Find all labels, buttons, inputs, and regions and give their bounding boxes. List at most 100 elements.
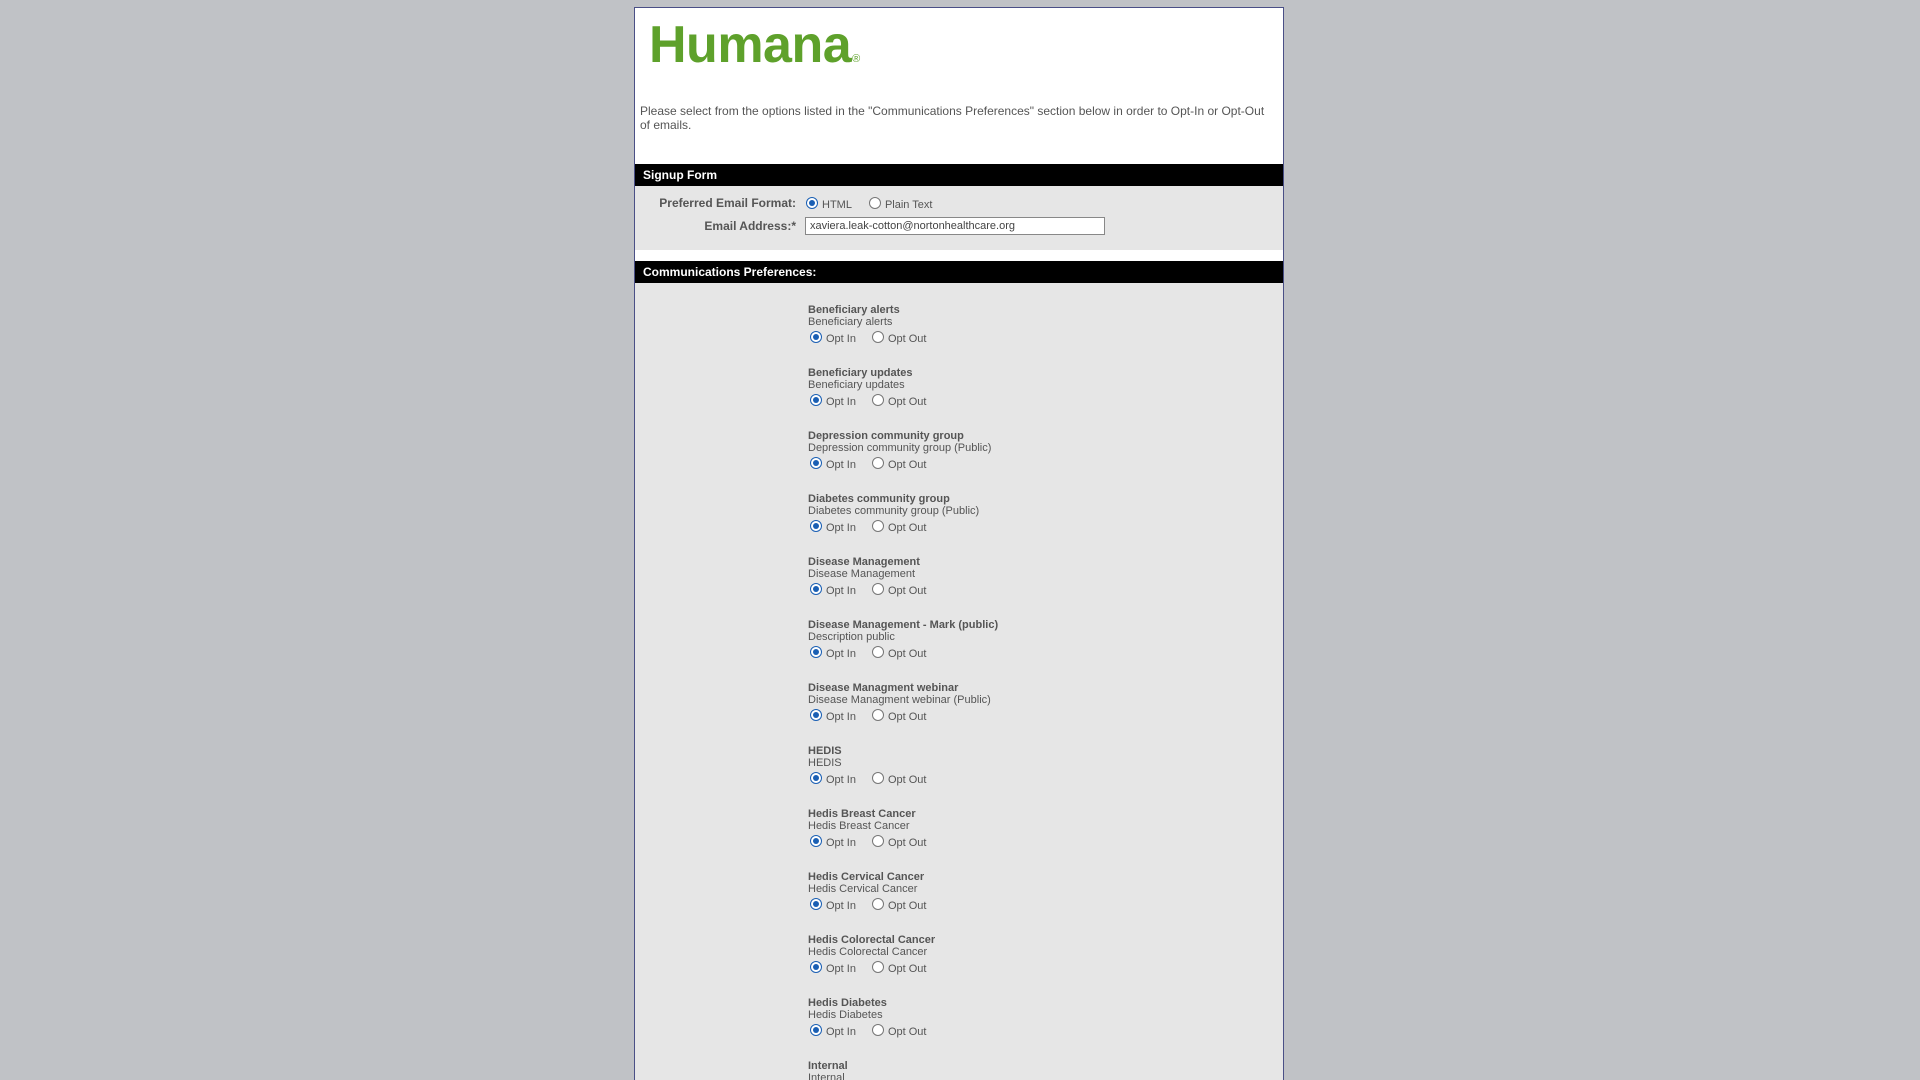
opt-in-label[interactable]: Opt In (826, 396, 856, 408)
opt-out-label[interactable]: Opt Out (888, 900, 927, 912)
preference-description: Beneficiary updates (808, 379, 905, 391)
preference-description: Hedis Cervical Cancer (808, 883, 918, 895)
opt-out-label[interactable]: Opt Out (888, 963, 927, 975)
preference-options: Opt In Opt Out (808, 518, 1208, 534)
opt-out-radio[interactable] (871, 457, 884, 469)
preference-title: HEDIS (808, 745, 842, 757)
opt-in-radio[interactable] (810, 394, 822, 406)
communications-preferences-header: Communications Preferences: (635, 261, 1283, 283)
signup-form-body: Preferred Email Format: HTML Plain Text … (635, 186, 1283, 250)
opt-out-label[interactable]: Opt Out (888, 711, 927, 723)
opt-out-radio[interactable] (871, 835, 884, 847)
opt-out-radio[interactable] (871, 961, 884, 973)
opt-in-label[interactable]: Opt In (826, 585, 856, 597)
preference-title: Hedis Colorectal Cancer (808, 934, 936, 946)
preference-description: Diabetes community group (Public) (808, 505, 980, 517)
opt-in-label[interactable]: Opt In (826, 459, 856, 471)
preference-item: Beneficiary alerts Beneficiary alerts Opt … (808, 304, 1208, 358)
opt-in-label[interactable]: Opt In (826, 522, 856, 534)
opt-in-radio[interactable] (810, 961, 822, 973)
opt-in-label[interactable]: Opt In (826, 837, 856, 849)
preference-description: Hedis Colorectal Cancer (808, 946, 928, 958)
preference-title: Hedis Breast Cancer (808, 808, 916, 820)
preference-item: Depression community group Depression com… (808, 430, 1208, 484)
preference-options: Opt In Opt Out (808, 770, 1208, 786)
opt-out-label[interactable]: Opt Out (888, 585, 927, 597)
preference-item: InternalInternalOpt InOpt Out (808, 1060, 1208, 1080)
preference-options: Opt In Opt Out (808, 581, 1208, 597)
email-address-input[interactable] (805, 217, 1105, 235)
opt-in-radio[interactable] (810, 835, 822, 847)
opt-in-label[interactable]: Opt In (826, 774, 856, 786)
preference-description: Disease Management (808, 568, 916, 580)
opt-in-label[interactable]: Opt In (826, 711, 856, 723)
preference-item: Hedis Cervical Cancer Hedis Cervical Canc… (808, 871, 1208, 925)
preference-description: Beneficiary alerts (808, 316, 893, 328)
preference-options: Opt In Opt Out (808, 329, 1208, 345)
opt-in-radio[interactable] (810, 898, 822, 910)
preference-description: Disease Managment webinar (Public) (808, 694, 991, 706)
opt-out-radio[interactable] (871, 331, 884, 343)
email-format-row: Preferred Email Format: HTML Plain Text (635, 192, 1283, 214)
opt-in-radio[interactable] (810, 646, 822, 658)
signup-form-header: Signup Form (635, 164, 1283, 186)
opt-out-radio[interactable] (871, 1024, 884, 1036)
preference-item: Diabetes community group Diabetes communi… (808, 493, 1208, 547)
opt-in-label[interactable]: Opt In (826, 648, 856, 660)
opt-out-radio[interactable] (871, 709, 884, 721)
preference-description: Description public (808, 631, 895, 643)
opt-out-label[interactable]: Opt Out (888, 837, 927, 849)
opt-out-radio[interactable] (871, 898, 884, 910)
preference-item: Hedis Colorectal Cancer Hedis Colorectal … (808, 934, 1208, 988)
preference-item: Hedis Breast Cancer Hedis Breast Cancer Op… (808, 808, 1208, 862)
opt-out-radio[interactable] (871, 646, 884, 658)
format-plain-text-label[interactable]: Plain Text (885, 199, 933, 211)
opt-out-label[interactable]: Opt Out (888, 333, 927, 345)
opt-in-radio[interactable] (810, 331, 822, 343)
preference-description: Internal (808, 1072, 845, 1080)
opt-in-radio[interactable] (810, 709, 822, 721)
opt-in-radio[interactable] (810, 772, 822, 784)
preference-description: Depression community group (Public) (808, 442, 992, 454)
preference-item: HEDIS HEDIS Opt In Opt Out (808, 745, 1208, 799)
opt-out-label[interactable]: Opt Out (888, 648, 927, 660)
opt-out-label[interactable]: Opt Out (888, 774, 927, 786)
format-plain-text-radio[interactable] (868, 197, 881, 209)
email-format-options: HTML Plain Text (803, 192, 946, 214)
opt-in-label[interactable]: Opt In (826, 1026, 856, 1038)
logo-wordmark: Humana (649, 16, 852, 74)
opt-out-radio[interactable] (871, 772, 884, 784)
preference-options: Opt In Opt Out (808, 455, 1208, 471)
preference-description: Hedis Breast Cancer (808, 820, 910, 832)
opt-out-label[interactable]: Opt Out (888, 522, 927, 534)
opt-out-radio[interactable] (871, 394, 884, 406)
opt-out-label[interactable]: Opt Out (888, 396, 927, 408)
preference-title: Beneficiary updates (808, 367, 913, 379)
opt-in-label[interactable]: Opt In (826, 963, 856, 975)
opt-out-label[interactable]: Opt Out (888, 1026, 927, 1038)
preference-item: Disease Management - Mark (public) Descri… (808, 619, 1208, 673)
opt-in-radio[interactable] (810, 457, 822, 469)
preference-title: Disease Management (808, 556, 920, 568)
opt-out-radio[interactable] (871, 583, 884, 595)
preference-description: HEDIS (808, 757, 842, 769)
opt-in-radio[interactable] (810, 520, 822, 532)
opt-in-radio[interactable] (810, 583, 822, 595)
format-html-radio[interactable] (806, 197, 818, 209)
opt-out-radio[interactable] (871, 520, 884, 532)
format-html-label[interactable]: HTML (822, 199, 852, 211)
signup-page: Humana® Please select from the options l… (634, 7, 1284, 1080)
email-address-label: Email Address:* (704, 219, 796, 233)
humana-logo: Humana® (649, 18, 860, 72)
email-format-label: Preferred Email Format: (659, 196, 796, 210)
opt-out-label[interactable]: Opt Out (888, 459, 927, 471)
opt-in-radio[interactable] (810, 1024, 822, 1036)
preference-title: Beneficiary alerts (808, 304, 900, 316)
preference-options: Opt In Opt Out (808, 896, 1208, 912)
preference-description: Hedis Diabetes (808, 1009, 883, 1021)
opt-in-label[interactable]: Opt In (826, 333, 856, 345)
preference-item: Hedis Diabetes Hedis Diabetes Opt In Opt Ou… (808, 997, 1208, 1051)
preference-title: Depression community group (808, 430, 964, 442)
preference-options: Opt In Opt Out (808, 644, 1208, 660)
opt-in-label[interactable]: Opt In (826, 900, 856, 912)
